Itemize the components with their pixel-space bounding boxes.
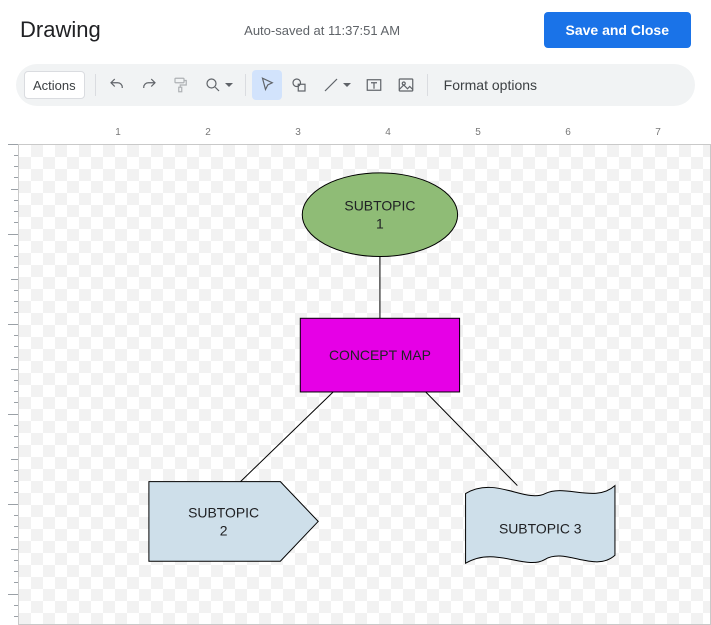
textbox-button[interactable] <box>359 70 389 100</box>
dialog-title: Drawing <box>20 17 101 43</box>
dialog-header: Drawing Auto-saved at 11:37:51 AM Save a… <box>0 0 711 56</box>
actions-menu-button[interactable]: Actions <box>24 71 85 99</box>
textbox-icon <box>365 76 383 94</box>
toolbar-separator <box>245 74 246 96</box>
format-options-button[interactable]: Format options <box>434 77 547 93</box>
shape-label: SUBTOPIC <box>344 198 415 214</box>
ruler-number: 6 <box>565 127 571 138</box>
caret-down-icon <box>343 83 351 87</box>
vertical-ruler <box>0 144 18 625</box>
shape-ellipse-subtopic1[interactable]: SUBTOPIC 1 <box>302 173 457 257</box>
toolbar-container: Actions <box>0 56 711 106</box>
image-button[interactable] <box>391 70 421 100</box>
ruler-number: 5 <box>475 127 481 138</box>
undo-button[interactable] <box>102 70 132 100</box>
shape-label: SUBTOPIC <box>188 504 259 520</box>
shape-label: 2 <box>220 522 228 538</box>
shape-menu-button[interactable] <box>284 70 314 100</box>
line-menu-button[interactable] <box>316 70 357 100</box>
paint-format-button[interactable] <box>166 70 196 100</box>
shape-arrow-subtopic2[interactable]: SUBTOPIC 2 <box>149 482 318 562</box>
ruler-number: 7 <box>655 127 661 138</box>
diagram-svg: SUBTOPIC 1 CONCEPT MAP SUBTOPIC 2 SUBTOP… <box>19 145 710 624</box>
caret-down-icon <box>225 83 233 87</box>
autosave-status: Auto-saved at 11:37:51 AM <box>101 23 544 38</box>
shapes-icon <box>290 76 308 94</box>
line-icon <box>322 76 340 94</box>
shape-label: SUBTOPIC 3 <box>499 520 582 536</box>
image-icon <box>397 76 415 94</box>
paint-roller-icon <box>172 76 190 94</box>
connector-line[interactable] <box>241 392 334 482</box>
zoom-menu-button[interactable] <box>198 70 239 100</box>
toolbar: Actions <box>16 64 695 106</box>
connector-line[interactable] <box>426 392 518 486</box>
shape-label: CONCEPT MAP <box>329 347 431 363</box>
zoom-icon <box>204 76 222 94</box>
ruler-number: 4 <box>385 127 391 138</box>
redo-button[interactable] <box>134 70 164 100</box>
select-tool-button[interactable] <box>252 70 282 100</box>
undo-icon <box>108 76 126 94</box>
shape-label: 1 <box>376 216 384 232</box>
ruler-number: 3 <box>295 127 301 138</box>
drawing-canvas[interactable]: SUBTOPIC 1 CONCEPT MAP SUBTOPIC 2 SUBTOP… <box>18 144 711 625</box>
ruler-number: 1 <box>115 127 121 138</box>
toolbar-separator <box>95 74 96 96</box>
horizontal-ruler: 1 2 3 4 5 6 7 <box>18 124 711 144</box>
ruler-number: 2 <box>205 127 211 138</box>
actions-menu-label: Actions <box>33 78 76 93</box>
shape-wave-subtopic3[interactable]: SUBTOPIC 3 <box>466 486 615 564</box>
save-and-close-button[interactable]: Save and Close <box>544 12 692 48</box>
redo-icon <box>140 76 158 94</box>
cursor-icon <box>258 76 276 94</box>
toolbar-separator <box>427 74 428 96</box>
shape-rect-concept-map[interactable]: CONCEPT MAP <box>300 318 459 392</box>
